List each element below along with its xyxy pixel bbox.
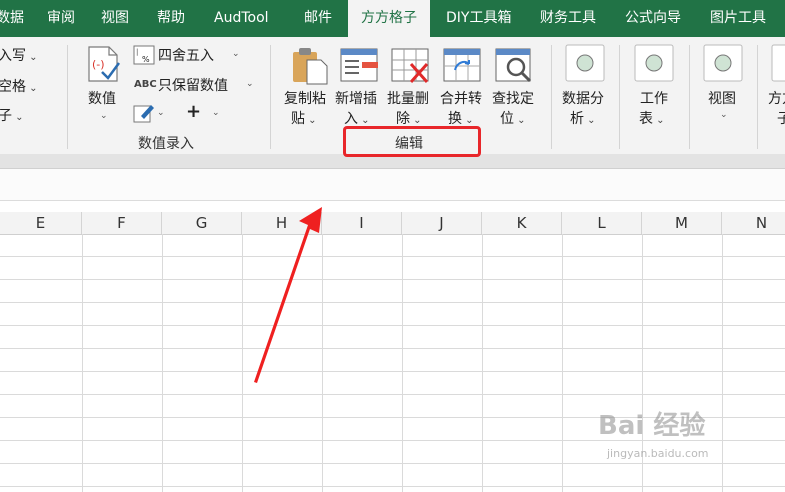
watermark-logo: Bai 经验 [598, 411, 706, 441]
watermark-url: jingyan.baidu.com [607, 447, 709, 460]
